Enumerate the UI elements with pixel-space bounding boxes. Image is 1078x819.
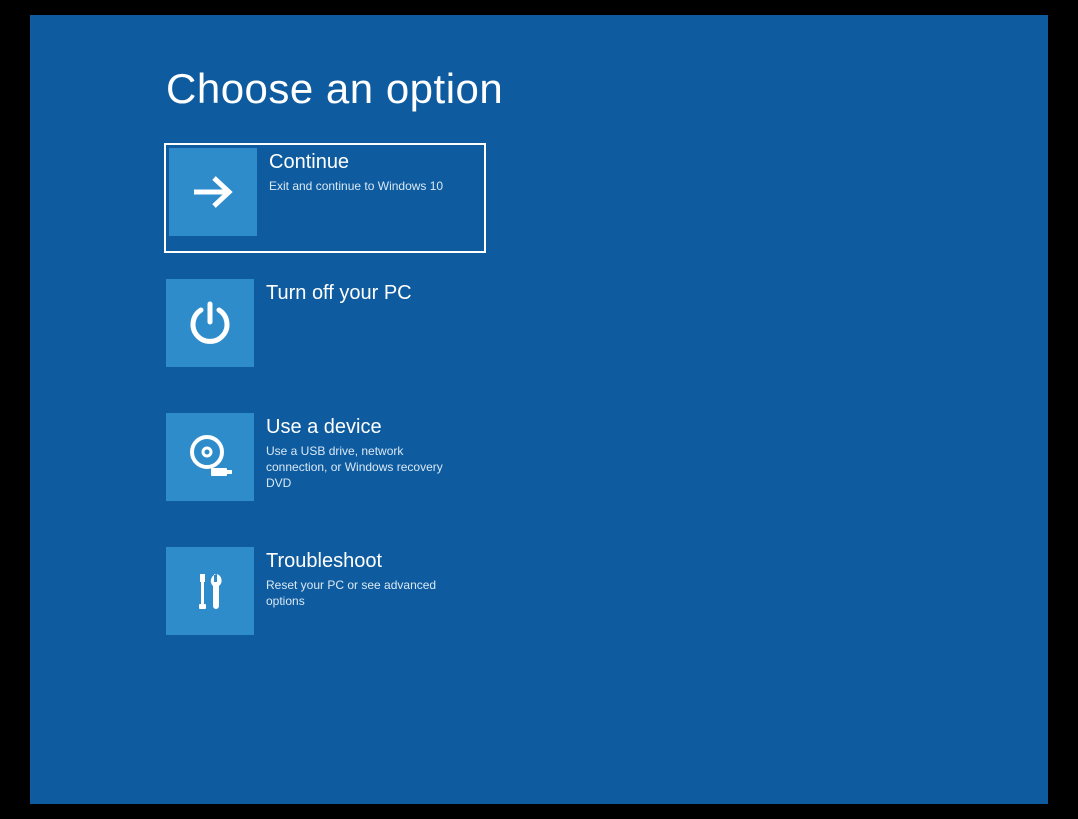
option-title: Troubleshoot: [266, 547, 466, 575]
option-turn-off-text: Turn off your PC: [254, 279, 412, 309]
power-icon: [166, 279, 254, 367]
page-title: Choose an option: [166, 65, 912, 113]
arrow-right-icon: [169, 148, 257, 236]
option-use-device-text: Use a device Use a USB drive, network co…: [254, 413, 466, 492]
option-title: Use a device: [266, 413, 466, 441]
option-troubleshoot-text: Troubleshoot Reset your PC or see advanc…: [254, 547, 466, 609]
option-desc: Use a USB drive, network connection, or …: [266, 443, 466, 492]
tools-icon: [166, 547, 254, 635]
option-title: Turn off your PC: [266, 279, 412, 307]
disc-usb-icon: [166, 413, 254, 501]
option-continue-text: Continue Exit and continue to Windows 10: [257, 148, 443, 194]
options-grid: Continue Exit and continue to Windows 10…: [166, 145, 826, 653]
option-title: Continue: [269, 148, 443, 176]
option-troubleshoot[interactable]: Troubleshoot Reset your PC or see advanc…: [166, 547, 484, 653]
option-desc: Reset your PC or see advanced options: [266, 577, 466, 609]
option-continue[interactable]: Continue Exit and continue to Windows 10: [166, 145, 484, 251]
option-turn-off[interactable]: Turn off your PC: [166, 279, 484, 385]
option-use-device[interactable]: Use a device Use a USB drive, network co…: [166, 413, 484, 519]
option-desc: Exit and continue to Windows 10: [269, 178, 443, 194]
recovery-environment-screen: Choose an option Continue Exit and conti…: [30, 15, 1048, 804]
